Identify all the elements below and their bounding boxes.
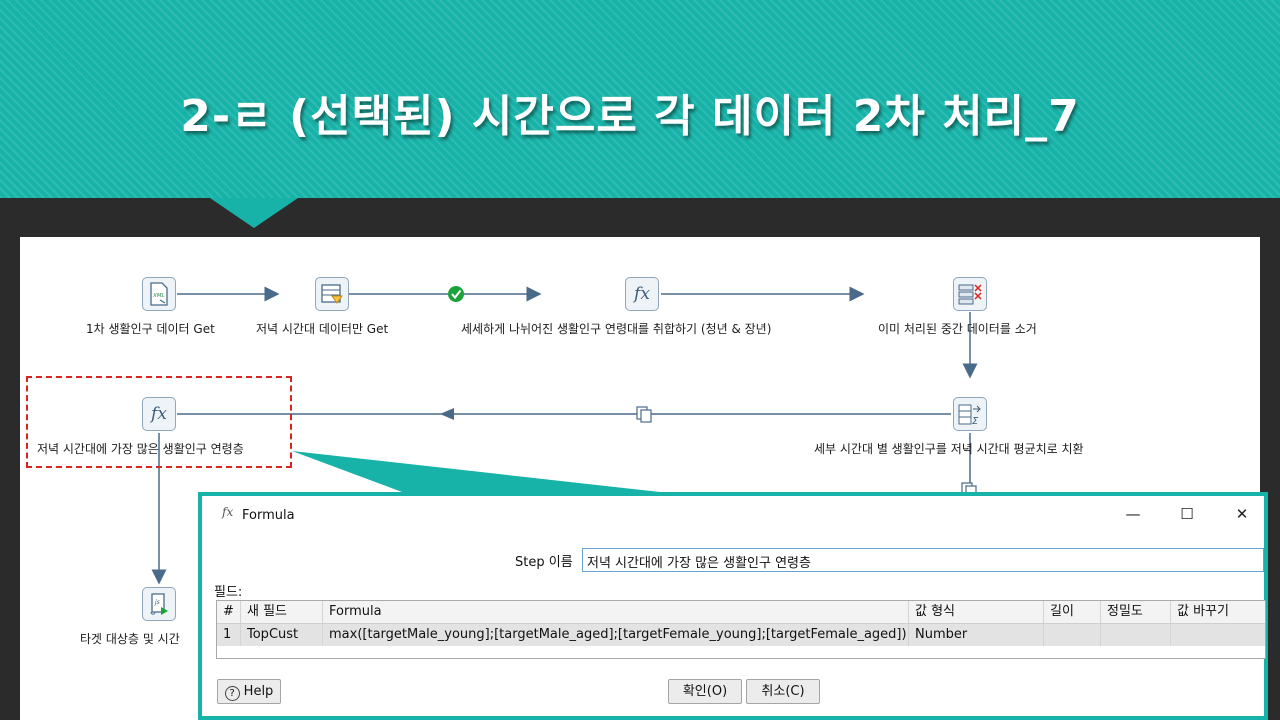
svg-text:XML: XML	[152, 293, 165, 299]
dialog-title: Formula	[242, 508, 295, 523]
table-row[interactable]: 1 TopCust max([targetMale_young];[target…	[217, 624, 1265, 646]
replace-value-cell[interactable]	[1171, 624, 1265, 646]
minimize-button[interactable]: —	[1118, 503, 1148, 525]
maximize-button[interactable]: ☐	[1172, 503, 1202, 525]
column-header[interactable]: #	[217, 601, 241, 623]
close-button[interactable]: ✕	[1227, 503, 1257, 525]
node-label: 1차 생활인구 데이터 Get	[86, 322, 215, 336]
formula-icon[interactable]: fx	[142, 397, 176, 431]
node-label: 타겟 대상층 및 시간	[80, 632, 180, 646]
row-number: 1	[217, 624, 241, 646]
column-header[interactable]: 값 바꾸기	[1171, 601, 1265, 623]
copy-rows-icon	[636, 406, 652, 423]
step-name-input[interactable]: 저녁 시간대에 가장 많은 생활인구 연령층	[582, 548, 1264, 572]
callout-wedge	[292, 451, 660, 492]
ok-button[interactable]: 확인(O)	[668, 679, 742, 704]
node-label: 저녁 시간대 데이터만 Get	[256, 322, 389, 336]
column-header[interactable]: 새 필드	[241, 601, 323, 623]
table-header: # 새 필드 Formula 값 형식 길이 정밀도 값 바꾸기	[217, 601, 1265, 624]
node-label: 세세하게 나뉘어진 생활인구 연령대를 취합하기 (청년 & 장년)	[461, 322, 772, 336]
new-field-cell[interactable]: TopCust	[241, 624, 323, 646]
fields-label: 필드:	[214, 585, 243, 600]
select-values-icon[interactable]	[953, 277, 987, 311]
formula-cell[interactable]: max([targetMale_young];[targetMale_aged]…	[323, 624, 909, 646]
help-button[interactable]: ? Help	[217, 679, 281, 704]
dialog-titlebar[interactable]: fx Formula — ☐ ✕	[202, 496, 1264, 532]
slide-title: 2-ㄹ (선택된) 시간으로 각 데이터 2차 처리_7	[180, 91, 1080, 142]
xml-input-icon[interactable]: XML	[142, 277, 176, 311]
header-pointer	[210, 198, 298, 228]
column-header[interactable]: 정밀도	[1101, 601, 1171, 623]
formula-icon[interactable]: fx	[625, 277, 659, 311]
node-label: 세부 시간대 별 생활인구를 저녁 시간대 평균치로 치환	[814, 442, 1084, 456]
node-label: 이미 처리된 중간 데이터를 소거	[878, 322, 1037, 336]
help-icon: ?	[224, 686, 240, 701]
script-icon[interactable]: js	[142, 587, 176, 621]
length-cell[interactable]	[1044, 624, 1101, 646]
formula-dialog[interactable]: fx Formula — ☐ ✕ Step 이름 저녁 시간대에 가장 많은 생…	[198, 492, 1268, 720]
fields-table[interactable]: # 새 필드 Formula 값 형식 길이 정밀도 값 바꾸기 1 TopCu…	[216, 600, 1266, 659]
node-label: 저녁 시간대에 가장 많은 생활인구 연령층	[37, 442, 244, 456]
step-name-label: Step 이름	[515, 555, 573, 570]
column-header[interactable]: Formula	[323, 601, 909, 623]
value-type-cell[interactable]: Number	[909, 624, 1044, 646]
hop-success-icon	[448, 286, 464, 302]
column-header[interactable]: 값 형식	[909, 601, 1044, 623]
cancel-button[interactable]: 취소(C)	[746, 679, 820, 704]
slide-header: 2-ㄹ (선택된) 시간으로 각 데이터 2차 처리_7	[0, 0, 1280, 198]
svg-text:Σ: Σ	[972, 416, 979, 426]
help-label: Help	[243, 684, 274, 699]
svg-text:js: js	[154, 599, 160, 606]
formula-icon: fx	[222, 505, 234, 519]
precision-cell[interactable]	[1101, 624, 1171, 646]
group-by-icon[interactable]: Σ	[953, 397, 987, 431]
filter-rows-icon[interactable]	[315, 277, 349, 311]
column-header[interactable]: 길이	[1044, 601, 1101, 623]
